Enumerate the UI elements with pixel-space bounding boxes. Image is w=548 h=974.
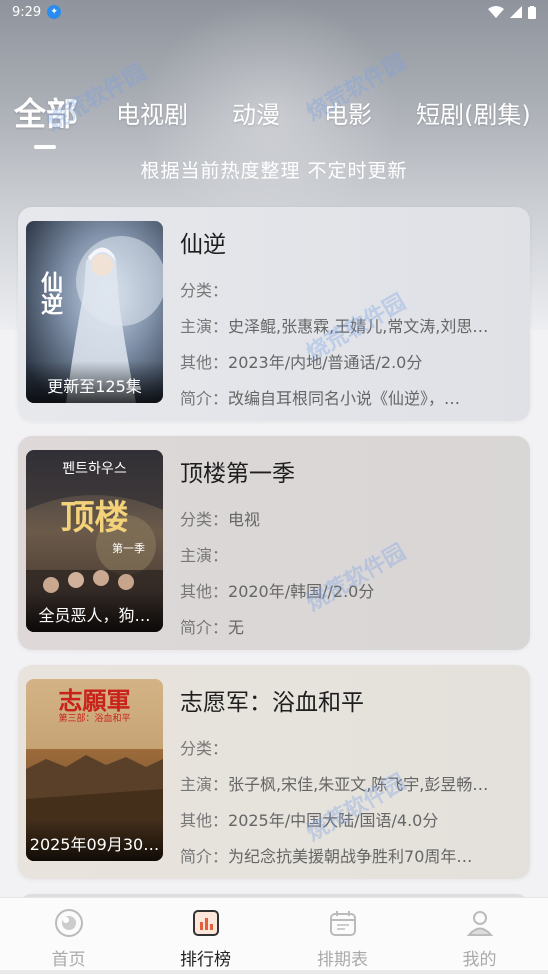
tab-all[interactable]: 全部	[14, 89, 78, 149]
other-row: 其他：2023年/内地/普通话/2.0分	[180, 345, 522, 381]
cast-label: 主演：	[180, 317, 229, 336]
ranking-icon	[191, 908, 221, 938]
intro-value: 改编自耳根同名小说《仙逆》，…	[228, 389, 461, 408]
poster-subtitle-text: 第三部：浴血和平	[58, 714, 131, 724]
status-icons	[488, 5, 536, 19]
nav-schedule[interactable]: 排期表	[274, 898, 411, 974]
intro-label: 简介：	[180, 618, 229, 637]
profile-icon	[465, 908, 495, 938]
ranking-subtitle: 根据当前热度整理 不定时更新	[140, 160, 408, 182]
category-row: 分类：	[180, 273, 522, 309]
intro-row: 简介：改编自耳根同名小说《仙逆》，…	[180, 381, 522, 417]
nav-schedule-label: 排期表	[317, 950, 368, 970]
wifi-icon	[488, 6, 504, 18]
poster-image: 志願軍 第三部：浴血和平 2025年09月30…	[26, 679, 163, 861]
intro-label: 简介：	[180, 389, 229, 408]
category-row: 分类：	[180, 731, 522, 767]
status-bar: 9:29 ✦	[0, 0, 548, 24]
card-title: 顶楼第一季	[180, 461, 295, 487]
card-title: 志愿军：浴血和平	[180, 690, 364, 716]
home-indicator	[0, 970, 548, 974]
poster-caption: 全员恶人，狗…	[26, 590, 163, 632]
other-row: 其他：2025年/中国大陆/国语/4.0分	[180, 803, 522, 839]
cast-row: 主演：张子枫,宋佳,朱亚文,陈飞宇,彭昱畅…	[180, 767, 522, 803]
poster-caption: 2025年09月30…	[26, 819, 163, 861]
nav-ranking[interactable]: 排行榜	[137, 898, 274, 974]
category-label: 分类：	[180, 281, 229, 300]
ranking-card[interactable]: 펜트하우스 顶楼 第一季 全员恶人，狗… 顶楼第一季 分类：电视 主演： 其他：…	[18, 436, 530, 650]
other-row: 其他：2020年/韩国//2.0分	[180, 574, 522, 610]
cast-label: 主演：	[180, 775, 229, 794]
other-label: 其他：	[180, 582, 229, 601]
notification-icon: ✦	[47, 5, 62, 19]
card-title: 仙逆	[180, 232, 226, 258]
intro-row: 简介：无	[180, 610, 522, 646]
cast-row: 主演：	[180, 538, 522, 574]
category-label: 分类：	[180, 510, 229, 529]
poster-image: 仙逆 更新至125集	[26, 221, 163, 403]
battery-icon	[528, 5, 536, 19]
cast-label: 主演：	[180, 546, 229, 565]
tab-tv-series[interactable]: 电视剧	[116, 95, 188, 130]
category-tabs: 全部 电视剧 动漫 电影 短剧(剧集)	[0, 84, 548, 149]
nav-profile-label: 我的	[462, 950, 497, 970]
poster-caption: 更新至125集	[26, 361, 163, 403]
card-info: 顶楼第一季 分类：电视 主演： 其他：2020年/韩国//2.0分 简介：无	[180, 450, 522, 637]
tab-anime[interactable]: 动漫	[232, 95, 280, 130]
category-row: 分类：电视	[180, 502, 522, 538]
category-label: 分类：	[180, 739, 229, 758]
cast-row: 主演：史泽鲲,张惠霖,王婧儿,常文涛,刘思…	[180, 309, 522, 345]
poster-top-text: 펜트하우스	[62, 461, 127, 477]
status-time: 9:29	[12, 4, 42, 20]
intro-row: 简介：为纪念抗美援朝战争胜利70周年…	[180, 839, 522, 875]
other-value: 2025年/中国大陆/国语/4.0分	[228, 811, 439, 830]
card-info: 志愿军：浴血和平 分类： 主演：张子枫,宋佳,朱亚文,陈飞宇,彭昱畅… 其他：2…	[180, 679, 522, 866]
category-value: 电视	[228, 510, 261, 529]
nav-home-label: 首页	[51, 950, 86, 970]
intro-label: 简介：	[180, 847, 229, 866]
poster-subtitle-text: 第一季	[112, 542, 145, 555]
signal-icon	[510, 6, 522, 18]
tab-short-drama[interactable]: 短剧(剧集)	[416, 95, 531, 130]
home-icon	[54, 908, 84, 938]
tab-movie[interactable]: 电影	[324, 95, 372, 130]
other-label: 其他：	[180, 811, 229, 830]
poster-title-text: 顶楼	[60, 498, 129, 538]
calendar-icon	[328, 908, 358, 938]
other-label: 其他：	[180, 353, 229, 372]
poster-title-text: 仙逆	[37, 271, 63, 315]
poster-image: 펜트하우스 顶楼 第一季 全员恶人，狗…	[26, 450, 163, 632]
card-info: 仙逆 分类： 主演：史泽鲲,张惠霖,王婧儿,常文涛,刘思… 其他：2023年/内…	[180, 221, 522, 408]
nav-ranking-label: 排行榜	[180, 950, 231, 970]
cast-value: 张子枫,宋佳,朱亚文,陈飞宇,彭昱畅…	[228, 775, 489, 794]
ranking-card[interactable]: 仙逆 更新至125集 仙逆 分类： 主演：史泽鲲,张惠霖,王婧儿,常文涛,刘思……	[18, 207, 530, 421]
other-value: 2020年/韩国//2.0分	[228, 582, 375, 601]
bottom-navigation: 首页 排行榜 排期表 我的	[0, 897, 548, 974]
nav-profile[interactable]: 我的	[411, 898, 548, 974]
intro-value: 为纪念抗美援朝战争胜利70周年…	[228, 847, 473, 866]
intro-value: 无	[228, 618, 245, 637]
ranking-card[interactable]: 志願軍 第三部：浴血和平 2025年09月30… 志愿军：浴血和平 分类： 主演…	[18, 665, 530, 879]
cast-value: 史泽鲲,张惠霖,王婧儿,常文涛,刘思…	[228, 317, 489, 336]
nav-home[interactable]: 首页	[0, 898, 137, 974]
other-value: 2023年/内地/普通话/2.0分	[228, 353, 423, 372]
